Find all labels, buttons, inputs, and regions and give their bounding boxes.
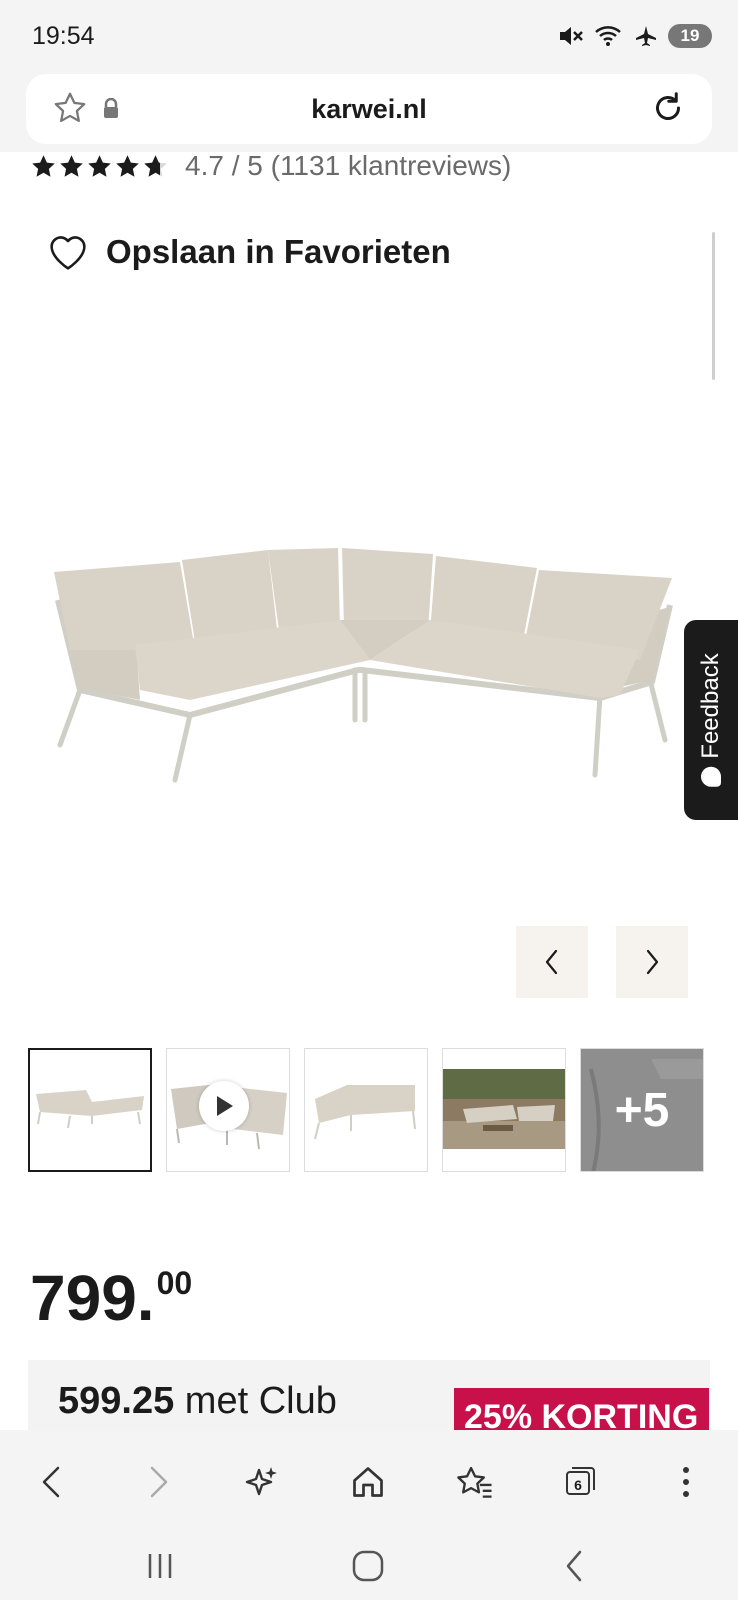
home-circle-icon [352,1550,384,1582]
forward-button[interactable] [134,1458,182,1506]
thumbnail-4[interactable] [442,1048,566,1172]
ai-assistant-button[interactable] [238,1458,286,1506]
back-button[interactable] [28,1458,76,1506]
product-price: 799. 00 [30,1266,192,1330]
product-rating[interactable]: 4.7 / 5 (1131 klantreviews) [30,148,511,184]
chat-bubble-icon [701,766,721,787]
mute-icon [558,24,584,48]
system-navigation-bar [0,1530,738,1600]
club-price-text: 599.25 met Club [58,1380,337,1423]
bookmarks-star-icon [457,1466,492,1498]
favorite-label: Opslaan in Favorieten [106,233,451,270]
home-button[interactable] [344,1458,392,1506]
status-time: 19:54 [32,22,95,50]
feedback-label: Feedback [697,653,724,759]
thumbnail-1[interactable] [28,1048,152,1172]
battery-icon: 19 [668,24,712,48]
url-text[interactable]: karwei.nl [26,94,712,125]
product-image[interactable] [40,520,700,820]
sparkle-icon [245,1467,277,1496]
thumbnail-3[interactable] [304,1048,428,1172]
discount-badge: 25% KORTING [454,1388,709,1430]
thumbnail-more[interactable]: +5 [580,1048,704,1172]
back-arrow-icon [42,1466,60,1498]
gallery-next-button[interactable] [616,926,688,998]
reload-icon[interactable] [650,90,686,131]
wifi-icon [594,24,624,48]
tabs-button[interactable]: 6 [556,1458,604,1506]
play-video-button[interactable] [199,1081,249,1131]
chevron-left-icon [545,949,558,975]
forward-arrow-icon [150,1466,168,1498]
gallery-prev-button[interactable] [516,926,588,998]
club-price: 599.25 [58,1380,175,1422]
tab-count: 6 [574,1477,582,1493]
airplane-icon [634,24,658,48]
price-decimals: 00 [156,1265,193,1301]
address-bar[interactable]: karwei.nl [26,74,712,144]
play-icon [217,1096,233,1116]
home-icon [353,1467,383,1497]
club-price-box: 599.25 met Club 25% KORTING [28,1360,710,1430]
system-back-icon [566,1550,582,1582]
recents-button[interactable] [136,1542,184,1590]
star-icon [116,154,139,177]
star-half-icon [144,154,167,177]
recents-icon [148,1554,172,1578]
browser-top-bar: karwei.nl [0,72,738,152]
more-vertical-icon [683,1467,689,1497]
status-icons: 19 [558,22,712,50]
star-icon [60,154,83,177]
scrollbar[interactable] [712,232,715,380]
heart-icon [50,236,86,270]
save-favorite-button[interactable]: Opslaan in Favorieten [46,232,451,272]
thumbnail-strip: +5 [28,1048,704,1172]
system-back-button[interactable] [550,1542,598,1590]
menu-button[interactable] [662,1458,710,1506]
price-main: 799. [30,1262,155,1334]
star-icon [88,154,111,177]
status-bar: 19:54 19 [0,0,738,72]
feedback-tab[interactable]: Feedback [684,620,738,820]
more-photos-label: +5 [614,1083,670,1137]
browser-bottom-toolbar: 6 [0,1430,738,1530]
chevron-right-icon [646,949,659,975]
rating-stars [30,153,169,180]
star-icon [32,154,55,177]
thumbnail-2-video[interactable] [166,1048,290,1172]
rating-text[interactable]: 4.7 / 5 (1131 klantreviews) [185,150,511,182]
club-price-suffix: met Club [174,1380,337,1422]
bookmarks-button[interactable] [450,1458,498,1506]
system-home-button[interactable] [344,1542,392,1590]
